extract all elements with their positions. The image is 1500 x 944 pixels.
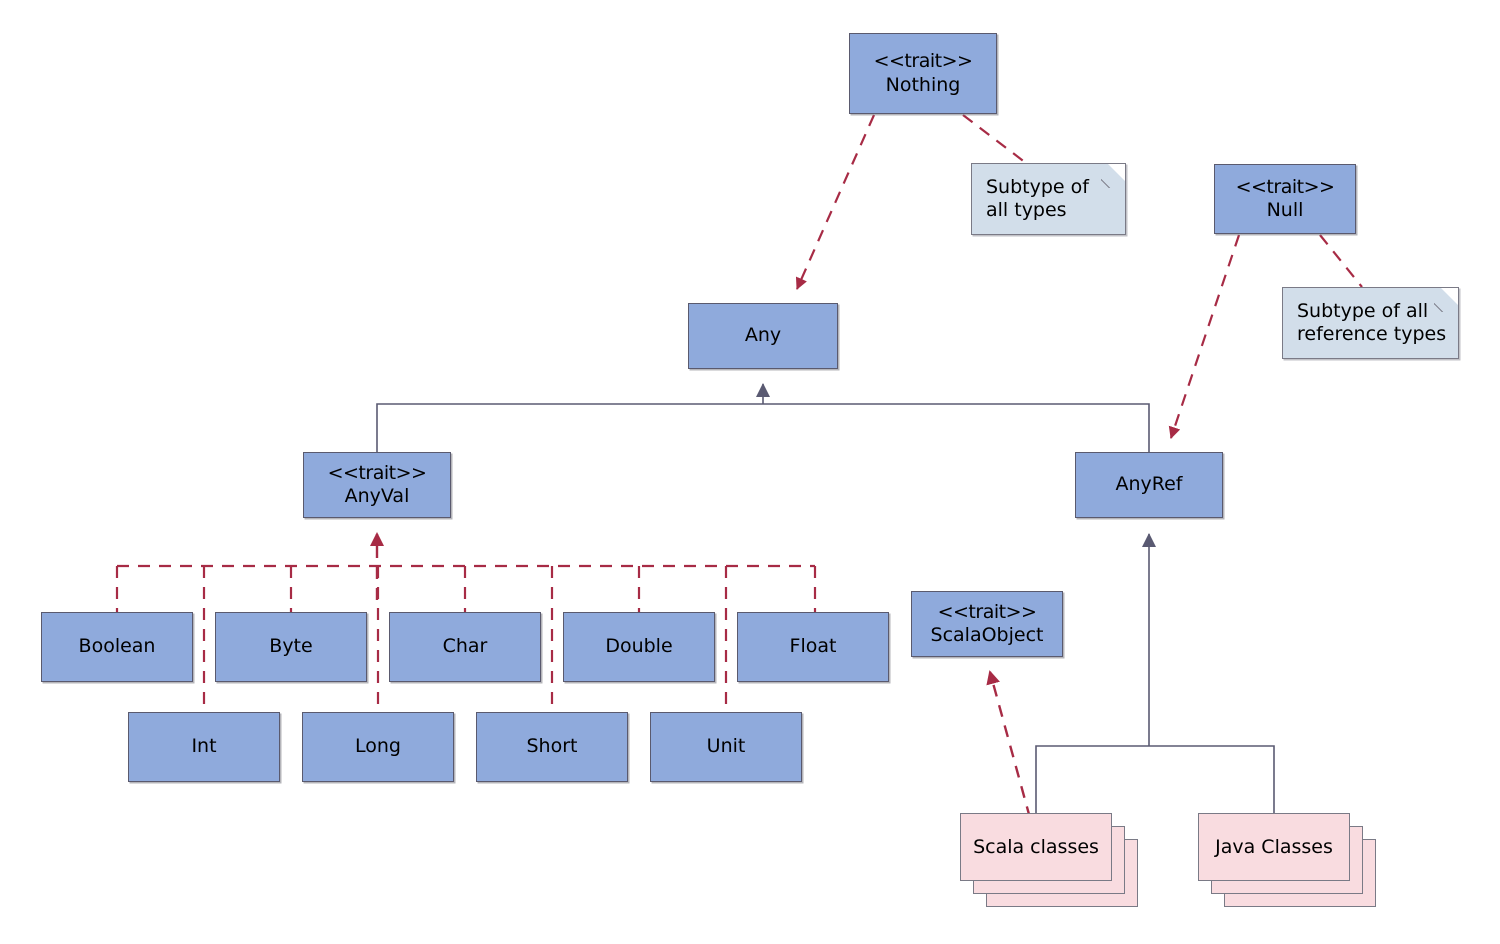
node-label: Null bbox=[1266, 199, 1304, 221]
node-label: Unit bbox=[706, 735, 746, 758]
note-text: Subtype of all types bbox=[986, 175, 1089, 221]
stack-scala-classes[interactable]: Scala classes bbox=[960, 813, 1140, 909]
node-label: Int bbox=[191, 735, 217, 758]
edge-null-to-anyref bbox=[1168, 234, 1241, 439]
stereotype-label: <<trait>> bbox=[327, 461, 427, 484]
node-scalaobject[interactable]: <<trait>> ScalaObject bbox=[911, 591, 1063, 657]
stack-label: Java Classes bbox=[1215, 836, 1333, 858]
note-text: Subtype of all reference types bbox=[1297, 299, 1447, 345]
node-nothing[interactable]: <<trait>> Nothing bbox=[849, 33, 997, 114]
node-int[interactable]: Int bbox=[128, 712, 280, 782]
stack-label: Scala classes bbox=[973, 836, 1099, 858]
diagram-canvas: Any : dashed red with arrowhead at Any t… bbox=[0, 0, 1500, 944]
node-char[interactable]: Char bbox=[389, 612, 541, 682]
edge-scalaclasses-to-scalaobject bbox=[986, 670, 1032, 819]
node-label: Byte bbox=[269, 635, 313, 658]
edge-subtypes-to-any bbox=[376, 383, 1150, 452]
node-label: Short bbox=[526, 735, 578, 758]
node-label: ScalaObject bbox=[930, 624, 1044, 646]
edge-null-to-note bbox=[1319, 234, 1363, 288]
node-label: Any bbox=[744, 324, 782, 347]
stereotype-label: <<trait>> bbox=[873, 50, 973, 73]
node-null[interactable]: <<trait>> Null bbox=[1214, 164, 1356, 234]
node-label: Float bbox=[789, 635, 837, 658]
node-label: Double bbox=[605, 635, 673, 658]
node-unit[interactable]: Unit bbox=[650, 712, 802, 782]
node-anyval[interactable]: <<trait>> AnyVal bbox=[303, 452, 451, 518]
node-label: AnyVal bbox=[344, 485, 410, 507]
node-label: Long bbox=[355, 735, 401, 758]
node-long[interactable]: Long bbox=[302, 712, 454, 782]
stereotype-label: <<trait>> bbox=[937, 600, 1037, 623]
stereotype-label: <<trait>> bbox=[1235, 175, 1335, 198]
edge-layer: Any : dashed red with arrowhead at Any t… bbox=[115, 114, 1363, 819]
stack-layer-front[interactable]: Scala classes bbox=[960, 813, 1112, 881]
node-anyref[interactable]: AnyRef bbox=[1075, 452, 1223, 518]
node-label: Nothing bbox=[885, 73, 961, 96]
stack-java-classes[interactable]: Java Classes bbox=[1198, 813, 1378, 909]
stack-layer-front[interactable]: Java Classes bbox=[1198, 813, 1350, 881]
node-boolean[interactable]: Boolean bbox=[41, 612, 193, 682]
note-fold-line-icon bbox=[1434, 288, 1458, 312]
edge-nothing-to-any bbox=[795, 114, 876, 290]
note-fold-line-icon bbox=[1101, 164, 1125, 188]
note-null: Subtype of all reference types bbox=[1282, 287, 1459, 359]
node-label: Char bbox=[442, 635, 488, 658]
node-short[interactable]: Short bbox=[476, 712, 628, 782]
note-nothing: Subtype of all types bbox=[971, 163, 1126, 235]
node-byte[interactable]: Byte bbox=[215, 612, 367, 682]
node-label: Boolean bbox=[78, 635, 156, 658]
node-float[interactable]: Float bbox=[737, 612, 889, 682]
edge-classes-to-anyref bbox=[1035, 533, 1275, 813]
node-label: AnyRef bbox=[1115, 473, 1183, 496]
edge-nothing-to-note bbox=[962, 114, 1027, 164]
node-double[interactable]: Double bbox=[563, 612, 715, 682]
node-any[interactable]: Any bbox=[688, 303, 838, 369]
